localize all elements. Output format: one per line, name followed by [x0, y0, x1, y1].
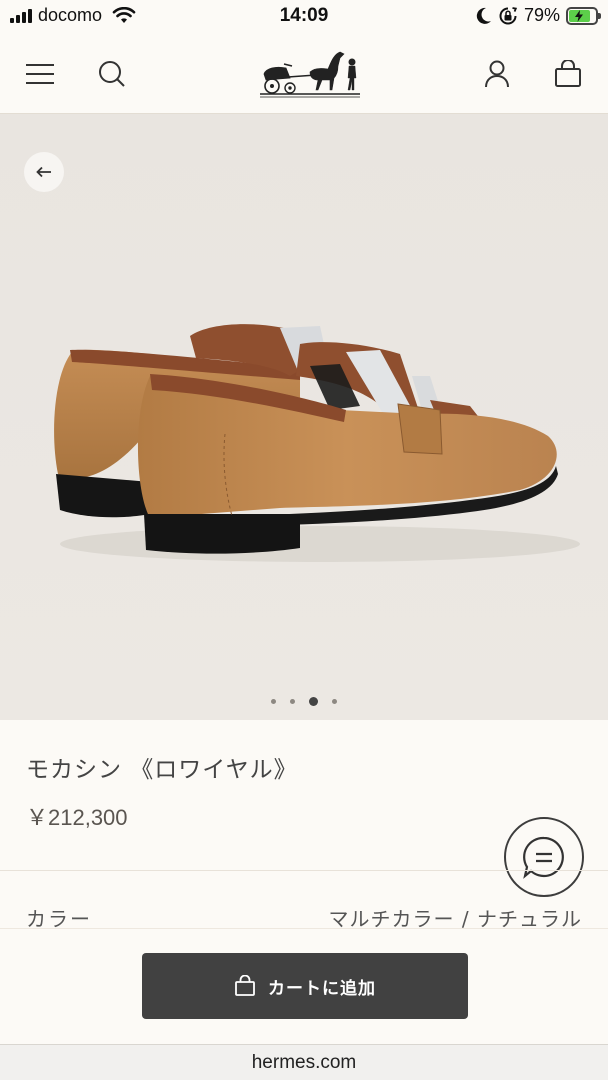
carrier-name: docomo [38, 5, 103, 25]
moon-icon [476, 7, 491, 24]
carousel-pagination [0, 697, 608, 706]
carousel-dot[interactable] [332, 699, 337, 704]
menu-button[interactable] [20, 54, 60, 94]
orientation-lock-icon [499, 6, 518, 24]
battery-percent: 79% [523, 5, 560, 25]
back-button[interactable] [24, 152, 64, 192]
shopping-bag-icon [555, 60, 581, 87]
menu-icon [26, 64, 54, 84]
hermes-logo[interactable] [258, 42, 362, 104]
product-image-gallery[interactable] [0, 114, 608, 720]
account-button[interactable] [477, 54, 517, 94]
url-text: hermes.com [251, 1051, 357, 1073]
arrow-left-icon [36, 166, 51, 178]
product-image [0, 114, 608, 720]
browser-url-bar[interactable]: hermes.com [0, 1044, 608, 1080]
bottom-action-bar: カートに追加 [0, 928, 608, 1044]
chat-button[interactable] [504, 817, 584, 897]
status-bar: docomo 14:09 79% [0, 0, 608, 34]
add-to-cart-button[interactable]: カートに追加 [142, 953, 468, 1019]
account-icon [485, 60, 509, 88]
signal-icon [10, 8, 32, 23]
cart-button[interactable] [548, 54, 588, 94]
search-icon [99, 61, 125, 87]
battery-charging-icon [566, 6, 601, 25]
carousel-dot[interactable] [271, 699, 276, 704]
product-name: モカシン 《ロワイヤル》 [26, 757, 298, 783]
product-price: ￥212,300 [26, 805, 128, 830]
carousel-dot[interactable] [290, 699, 295, 704]
search-button[interactable] [92, 54, 132, 94]
chat-bubble-icon [523, 836, 564, 879]
shopping-bag-icon [235, 975, 255, 996]
status-left: docomo [10, 5, 136, 26]
divider [0, 870, 608, 871]
site-header [0, 34, 608, 114]
carousel-dot[interactable] [309, 697, 318, 706]
status-right: 79% [476, 5, 601, 26]
add-to-cart-label: カートに追加 [268, 978, 376, 999]
wifi-icon [112, 6, 136, 23]
